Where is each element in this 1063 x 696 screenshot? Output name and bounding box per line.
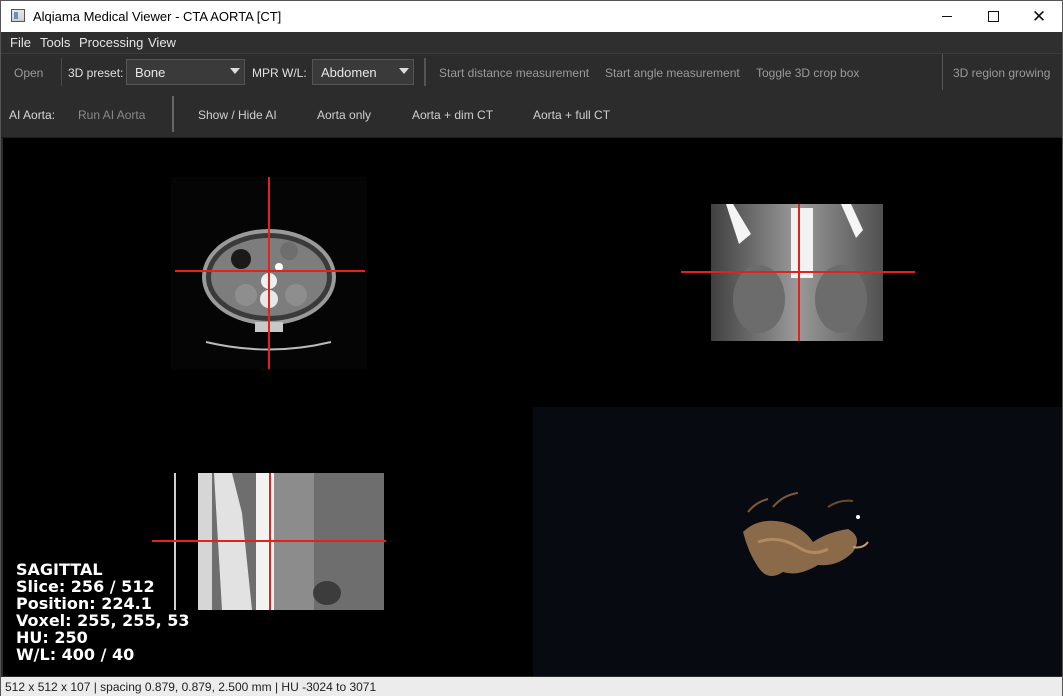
ai-toolbar: AI Aorta: Run AI Aorta Show / Hide AI Ao… bbox=[1, 91, 1062, 138]
chevron-down-icon bbox=[399, 68, 409, 74]
menu-processing[interactable]: Processing bbox=[79, 35, 143, 50]
menu-view[interactable]: View bbox=[148, 35, 176, 50]
volume-3d-view[interactable] bbox=[533, 407, 1062, 676]
minimize-button[interactable] bbox=[924, 1, 970, 32]
menu-file[interactable]: File bbox=[10, 35, 31, 50]
preset-select[interactable]: Bone bbox=[126, 59, 245, 85]
crop-box-button[interactable]: Toggle 3D crop box bbox=[756, 66, 859, 80]
toolbar-separator bbox=[61, 58, 62, 86]
aorta-dim-ct-button[interactable]: Aorta + dim CT bbox=[412, 108, 493, 122]
menu-tools[interactable]: Tools bbox=[40, 35, 70, 50]
distance-measure-button[interactable]: Start distance measurement bbox=[439, 66, 589, 80]
angle-measure-button[interactable]: Start angle measurement bbox=[605, 66, 740, 80]
mpr-value: Abdomen bbox=[321, 65, 377, 80]
maximize-icon bbox=[987, 11, 999, 22]
app-window: Alqiama Medical Viewer - CTA AORTA [CT] … bbox=[0, 0, 1063, 696]
status-bar: 512 x 512 x 107 | spacing 0.879, 0.879, … bbox=[1, 677, 1062, 696]
toolbar-separator bbox=[172, 96, 174, 132]
view-name: SAGITTAL bbox=[16, 560, 103, 579]
volume-render bbox=[743, 492, 869, 576]
run-ai-aorta-button[interactable]: Run AI Aorta bbox=[78, 108, 145, 122]
minimize-icon bbox=[942, 16, 952, 17]
chevron-down-icon bbox=[230, 68, 240, 74]
aorta-only-button[interactable]: Aorta only bbox=[317, 108, 371, 122]
sagittal-info-overlay: SAGITTAL Slice: 256 / 512 Position: 224.… bbox=[16, 561, 189, 663]
close-button[interactable]: ✕ bbox=[1016, 1, 1062, 32]
mpr-label: MPR W/L: bbox=[252, 66, 307, 80]
axial-view[interactable] bbox=[171, 177, 367, 369]
ai-aorta-label: AI Aorta: bbox=[9, 108, 56, 122]
status-text: 512 x 512 x 107 | spacing 0.879, 0.879, … bbox=[5, 680, 377, 694]
mpr-select[interactable]: Abdomen bbox=[312, 59, 414, 85]
preset-value: Bone bbox=[135, 65, 166, 80]
show-hide-ai-button[interactable]: Show / Hide AI bbox=[198, 108, 277, 122]
window-title: Alqiama Medical Viewer - CTA AORTA [CT] bbox=[33, 9, 282, 24]
voxel-info: Voxel: 255, 255, 53 bbox=[16, 611, 190, 630]
region-growing-button[interactable]: 3D region growing bbox=[953, 66, 1050, 80]
close-icon: ✕ bbox=[1031, 7, 1047, 26]
toolbar-separator bbox=[424, 58, 426, 86]
preset-label: 3D preset: bbox=[68, 66, 124, 80]
hu-info: HU: 250 bbox=[16, 628, 88, 647]
title-bar: Alqiama Medical Viewer - CTA AORTA [CT] … bbox=[1, 1, 1062, 32]
main-toolbar: Open 3D preset: Bone MPR W/L: Abdomen St… bbox=[1, 53, 1062, 92]
position-info: Position: 224.1 bbox=[16, 594, 152, 613]
open-button[interactable]: Open bbox=[14, 66, 43, 80]
menu-bar: File Tools Processing View bbox=[1, 32, 1062, 53]
aorta-full-ct-button[interactable]: Aorta + full CT bbox=[533, 108, 610, 122]
slice-info: Slice: 256 / 512 bbox=[16, 577, 155, 596]
app-icon bbox=[11, 9, 25, 22]
window-level-info: W/L: 400 / 40 bbox=[16, 645, 135, 664]
coronal-view[interactable] bbox=[681, 204, 915, 341]
toolbar-separator bbox=[942, 54, 943, 90]
maximize-button[interactable] bbox=[970, 1, 1016, 32]
